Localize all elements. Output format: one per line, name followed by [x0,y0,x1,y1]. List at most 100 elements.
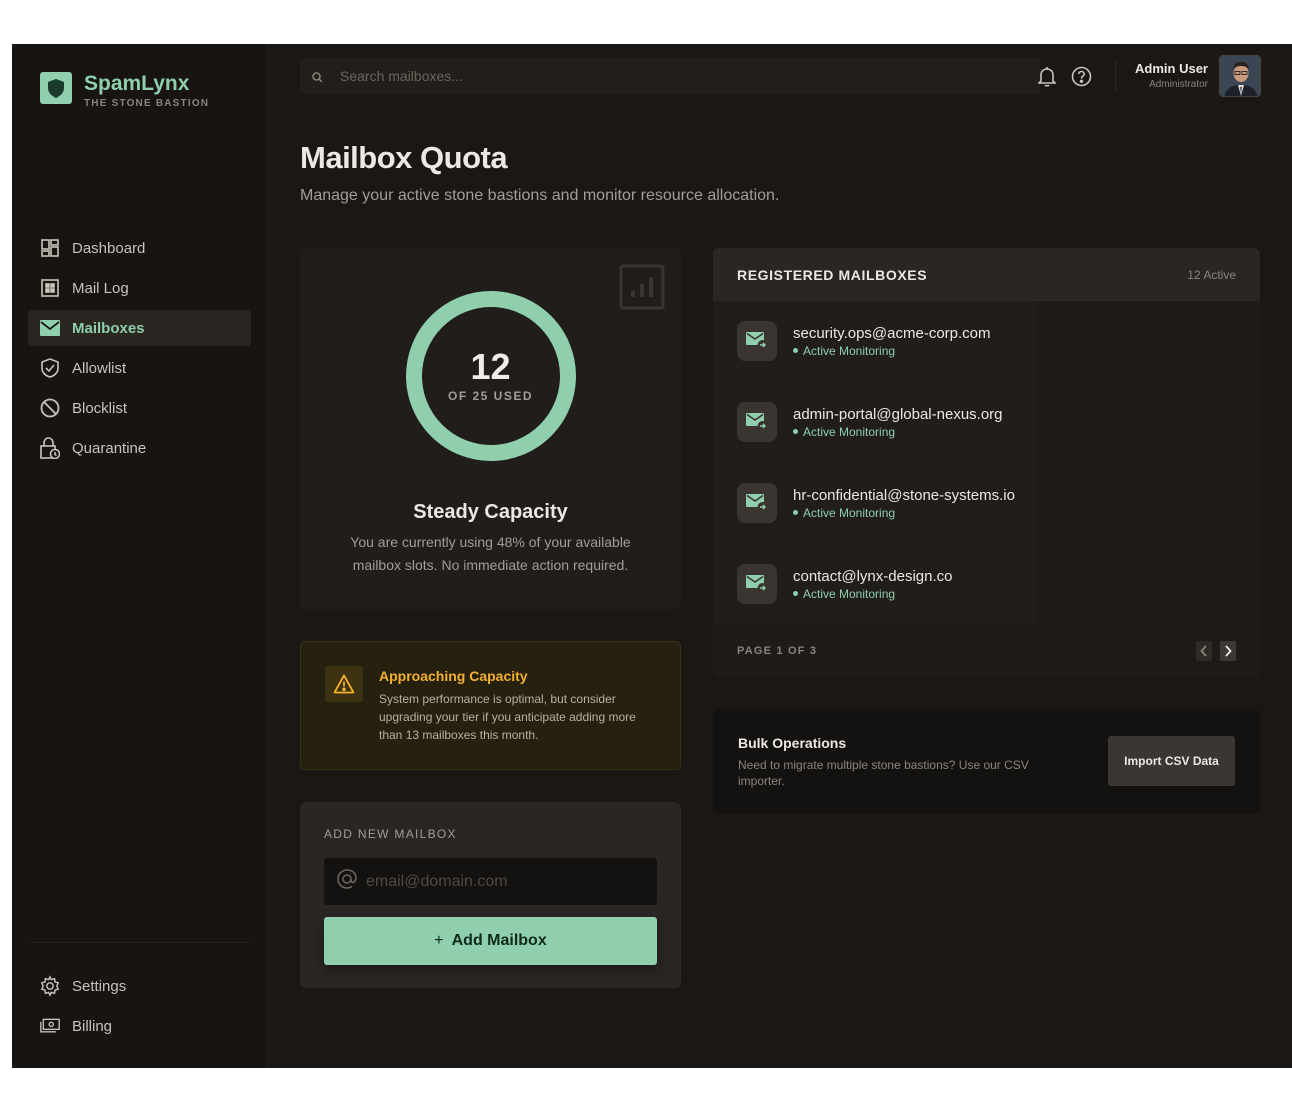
at-icon [336,868,358,896]
page-subtitle: Manage your active stone bastions and mo… [300,187,780,204]
plus-icon: + [434,932,444,949]
mailboxes-list: security.ops@acme-corp.com Active Monito… [713,301,1260,624]
sidebar-item-label: Dashboard [72,239,146,257]
status-dot [793,509,798,515]
mail-forward-icon [737,321,777,361]
sidebar-item-label: Billing [72,1017,113,1035]
help-icon[interactable] [1069,64,1093,88]
status-dot [793,347,798,353]
mailbox-status-label: Active Monitoring [803,424,896,439]
bulk-title: Bulk Operations [738,735,847,751]
shield-logo-icon [40,72,72,104]
warning-text: System performance is optimal, but consi… [379,692,636,742]
pager [1188,640,1236,661]
mailbox-status-label: Active Monitoring [803,343,896,358]
sidebar-item-blocklist[interactable]: Blocklist [28,390,251,426]
mail-forward-icon [737,402,777,442]
user-role: Administrator [1149,79,1208,90]
warning-title: Approaching Capacity [379,668,528,684]
add-mailbox-button-label: Add Mailbox [451,932,547,949]
list-item[interactable]: hr-confidential@stone-systems.io Active … [737,478,1015,528]
capacity-status-title: Steady Capacity [413,501,568,523]
page-title: Mailbox Quota [300,140,508,175]
sidebar-item-settings[interactable]: Settings [28,968,251,1004]
sidebar-bottom-nav: Settings Billing [28,968,251,1048]
brand-logo[interactable]: SpamLynx THE STONE BASTION [40,72,209,109]
add-mailbox-label: ADD NEW MAILBOX [324,827,457,841]
bulk-description: Need to migrate multiple stone bastions?… [738,758,1029,788]
sidebar-item-quarantine[interactable]: Quarantine [28,430,251,466]
list-item[interactable]: contact@lynx-design.co Active Monitoring [737,559,952,609]
mail-forward-icon [737,483,777,523]
mailboxes-pagination: PAGE 1 OF 3 [713,624,1260,677]
search-icon [312,70,324,83]
sidebar: SpamLynx THE STONE BASTION Dashboard Mai… [12,44,268,1068]
email-field-wrapper [324,858,657,905]
status-dot [793,590,798,596]
quota-used-count: 12 [470,346,511,387]
mailbox-status-label: Active Monitoring [803,586,896,601]
billing-icon [40,1016,60,1036]
mailbox-status: Active Monitoring [793,506,1015,520]
mailboxes-header: REGISTERED MAILBOXES 12 Active [713,248,1260,301]
prev-page-button[interactable] [1196,640,1212,661]
mailbox-status-label: Active Monitoring [803,505,896,520]
block-icon [40,398,60,418]
warning-icon [325,666,363,702]
mailbox-status: Active Monitoring [793,344,991,358]
avatar[interactable] [1219,55,1261,97]
mail-forward-icon [737,564,777,604]
mail-icon [40,318,60,338]
mailbox-email: admin-portal@global-nexus.org [793,405,1003,423]
status-dot [793,428,798,434]
grid-icon [40,278,60,298]
mailbox-email: hr-confidential@stone-systems.io [793,486,1015,504]
mailbox-email: contact@lynx-design.co [793,567,953,585]
sidebar-item-mailboxes[interactable]: Mailboxes [28,310,251,346]
gear-icon [40,975,60,997]
mailbox-status: Active Monitoring [793,587,952,601]
sidebar-nav: Dashboard Mail Log Mailboxes Allowlist B… [28,230,251,470]
search-bar [300,58,1040,94]
import-csv-button[interactable]: Import CSV Data [1108,736,1235,786]
bell-icon[interactable] [1035,64,1059,88]
app-window: SpamLynx THE STONE BASTION Dashboard Mai… [12,44,1292,1068]
sidebar-item-label: Quarantine [72,439,147,457]
shield-check-icon [40,358,60,378]
active-count-badge: 12 Active [1187,267,1236,282]
header-divider [1115,60,1116,92]
search-input[interactable] [340,68,940,84]
sidebar-item-label: Mailboxes [72,319,145,337]
add-mailbox-button[interactable]: + Add Mailbox [324,917,657,965]
brand-name: SpamLynx [84,72,190,95]
mailbox-status: Active Monitoring [793,425,1003,439]
brand-tagline: THE STONE BASTION [84,98,210,109]
email-field[interactable] [366,872,646,891]
quota-card: 12 OF 25 USED Steady Capacity You are cu… [300,248,681,609]
sidebar-item-label: Settings [72,977,127,995]
sidebar-divider [28,942,251,943]
sidebar-item-label: Blocklist [72,399,128,417]
user-info[interactable]: Admin User Administrator [1135,61,1208,90]
add-mailbox-card: ADD NEW MAILBOX + Add Mailbox [300,802,681,988]
next-page-button[interactable] [1220,640,1236,661]
list-item[interactable]: admin-portal@global-nexus.org Active Mon… [737,397,1003,447]
quota-total-label: OF 25 USED [447,389,534,403]
sidebar-item-allowlist[interactable]: Allowlist [28,350,251,386]
mailbox-email: security.ops@acme-corp.com [793,324,991,342]
sidebar-item-label: Allowlist [72,359,127,377]
sidebar-item-mail-log[interactable]: Mail Log [28,270,251,306]
registered-mailboxes-card: REGISTERED MAILBOXES 12 Active security.… [713,248,1260,677]
lock-clock-icon [40,437,60,459]
dashboard-icon [40,238,60,258]
chevron-left-icon [1200,644,1207,657]
chevron-right-icon [1225,644,1232,657]
sidebar-item-dashboard[interactable]: Dashboard [28,230,251,266]
page-indicator: PAGE 1 OF 3 [737,644,818,657]
sidebar-item-label: Mail Log [72,279,129,297]
sidebar-item-billing[interactable]: Billing [28,1008,251,1044]
bulk-operations-card: Bulk Operations Need to migrate multiple… [713,709,1260,814]
user-name: Admin User [1135,61,1208,76]
capacity-status-text: You are currently using 48% of your avai… [350,534,631,573]
list-item[interactable]: security.ops@acme-corp.com Active Monito… [737,316,991,366]
